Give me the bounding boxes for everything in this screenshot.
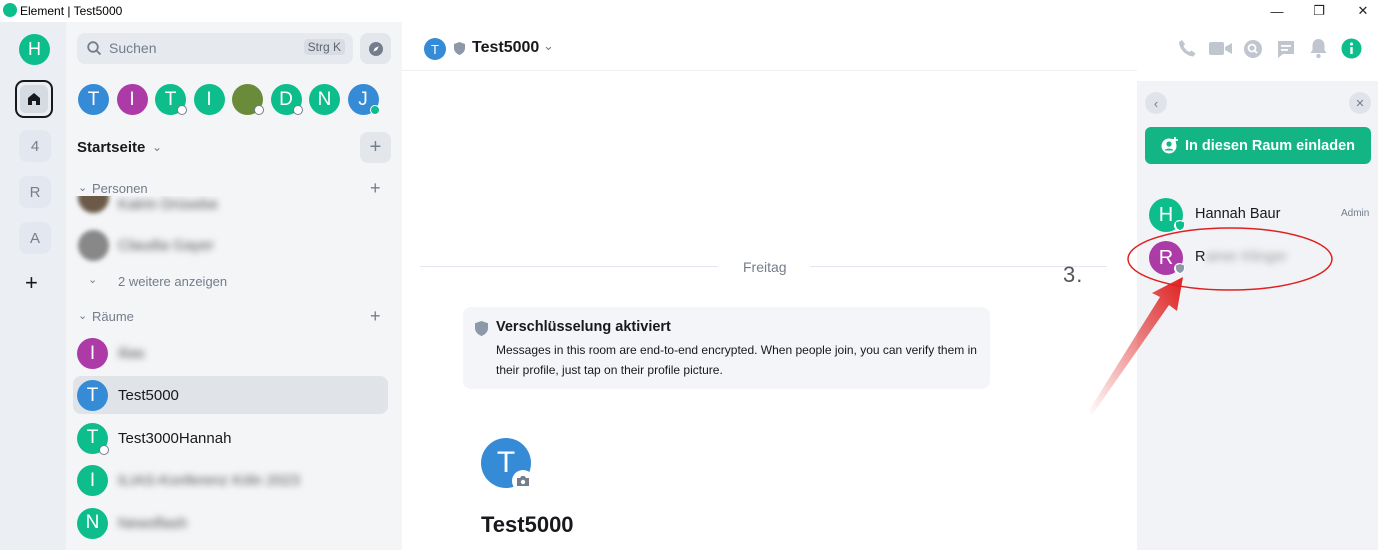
create-space-button[interactable]: +: [25, 272, 38, 294]
element-app-icon: [3, 3, 17, 17]
room-item[interactable]: T Test5000: [73, 376, 388, 415]
search-icon: [87, 41, 102, 56]
rooms-section-label[interactable]: Räume: [92, 309, 134, 324]
compass-icon: [368, 41, 383, 56]
date-divider-left: [420, 266, 718, 267]
room-name: Ilias: [118, 345, 145, 362]
room-item[interactable]: I ILIAS-Konferenz Köln 2023: [73, 461, 388, 499]
chevron-down-icon[interactable]: ⌄: [78, 181, 87, 194]
search-bar[interactable]: Suchen Strg K: [77, 33, 353, 64]
member-role: Admin: [1341, 208, 1370, 219]
search-shortcut: Strg K: [303, 39, 345, 55]
room-name: ILIAS-Konferenz Köln 2023: [118, 472, 300, 490]
window-title: Element | Test5000: [20, 4, 123, 18]
encryption-title: Verschlüsselung aktiviert: [496, 319, 671, 335]
people-section-label[interactable]: Personen: [92, 181, 148, 196]
recent-person-avatar[interactable]: I: [116, 84, 148, 115]
annotation-overlay: [1088, 227, 1333, 415]
encryption-notice: Verschlüsselung aktiviert Messages in th…: [463, 307, 990, 389]
explore-rooms-button[interactable]: [360, 33, 391, 64]
restore-button[interactable]: ❐: [1296, 0, 1342, 22]
room-info-icon[interactable]: [1341, 38, 1362, 59]
recent-person-avatar[interactable]: I: [193, 84, 225, 115]
room-avatar: I: [77, 338, 108, 369]
rooms-list: I Ilias T Test5000 T Test3000Hannah I ILIAS-Kon…: [66, 334, 402, 550]
room-avatar[interactable]: T: [424, 38, 446, 60]
room-avatar: I: [77, 465, 108, 497]
list-item[interactable]: Claudia Gayer: [66, 230, 402, 262]
room-avatar: T: [77, 380, 108, 412]
room-name: Test3000Hannah: [118, 429, 232, 447]
video-call-icon[interactable]: [1209, 40, 1233, 57]
header-divider: [402, 70, 1137, 71]
date-separator: Freitag: [743, 259, 787, 275]
window-titlebar: Element | Test5000 — ❐ ✕: [0, 0, 1385, 22]
recent-person-avatar[interactable]: T: [78, 84, 109, 115]
person-name: Katrin Drüsebe: [118, 196, 219, 213]
space-r[interactable]: R: [19, 176, 51, 208]
chevron-down-icon[interactable]: ⌄: [88, 273, 97, 286]
add-room-icon[interactable]: +: [370, 306, 381, 327]
room-search-icon[interactable]: [1243, 39, 1263, 59]
chevron-down-icon[interactable]: ⌄: [543, 38, 554, 54]
invite-button[interactable]: In diesen Raum einladen: [1145, 127, 1371, 164]
minimize-button[interactable]: —: [1254, 0, 1300, 22]
voice-call-icon[interactable]: [1178, 39, 1197, 58]
notifications-icon[interactable]: [1309, 38, 1328, 59]
room-name: Newsflash: [118, 514, 188, 532]
person-name: Claudia Gayer: [118, 237, 214, 254]
home-icon: [20, 85, 48, 113]
space-a[interactable]: A: [19, 222, 51, 254]
shield-icon: [454, 42, 465, 55]
list-item[interactable]: Katrin Drüsebe: [66, 196, 402, 218]
presence-dot: [177, 105, 187, 115]
add-room-button[interactable]: +: [360, 132, 391, 163]
shield-icon: [475, 321, 488, 336]
encryption-body: Messages in this room are end-to-end enc…: [496, 343, 977, 377]
recent-person-avatar[interactable]: N: [309, 84, 340, 115]
annotation-arrow: [1088, 277, 1183, 415]
show-more-people[interactable]: 2 weitere anzeigen: [118, 274, 227, 289]
threads-icon[interactable]: [1276, 39, 1296, 59]
chevron-down-icon[interactable]: ⌄: [78, 309, 87, 322]
home-title[interactable]: Startseite: [77, 139, 145, 156]
room-item[interactable]: N Newsflash: [73, 504, 388, 542]
room-item[interactable]: I Ilias: [73, 334, 388, 372]
room-name: Test5000: [118, 387, 179, 405]
member-name: Hannah Baur: [1195, 206, 1281, 222]
recent-people-row: TITIDNJ: [78, 84, 388, 116]
avatar: [78, 196, 109, 213]
close-panel-icon[interactable]: ✕: [1349, 92, 1371, 114]
home-space-button[interactable]: [15, 80, 53, 118]
avatar: [78, 230, 109, 261]
presence-dot: [254, 105, 264, 115]
add-user-icon: [1161, 137, 1178, 154]
presence-dot: [292, 105, 303, 115]
space-4[interactable]: 4: [19, 130, 51, 162]
room-item[interactable]: T Test3000Hannah: [73, 419, 388, 457]
chevron-down-icon[interactable]: ⌄: [152, 140, 162, 154]
annotation-ellipse: [1127, 227, 1333, 291]
online-dot: [369, 105, 380, 115]
back-icon[interactable]: ‹: [1145, 92, 1167, 114]
invite-label: In diesen Raum einladen: [1184, 137, 1355, 154]
room-avatar: N: [77, 507, 108, 539]
presence-dot: [99, 444, 109, 455]
room-intro-name: Test5000: [481, 512, 574, 537]
camera-icon[interactable]: [512, 470, 534, 492]
search-placeholder: Suchen: [109, 40, 157, 56]
user-avatar[interactable]: H: [19, 34, 50, 65]
close-window-button[interactable]: ✕: [1340, 0, 1385, 22]
room-name[interactable]: Test5000: [472, 39, 539, 57]
